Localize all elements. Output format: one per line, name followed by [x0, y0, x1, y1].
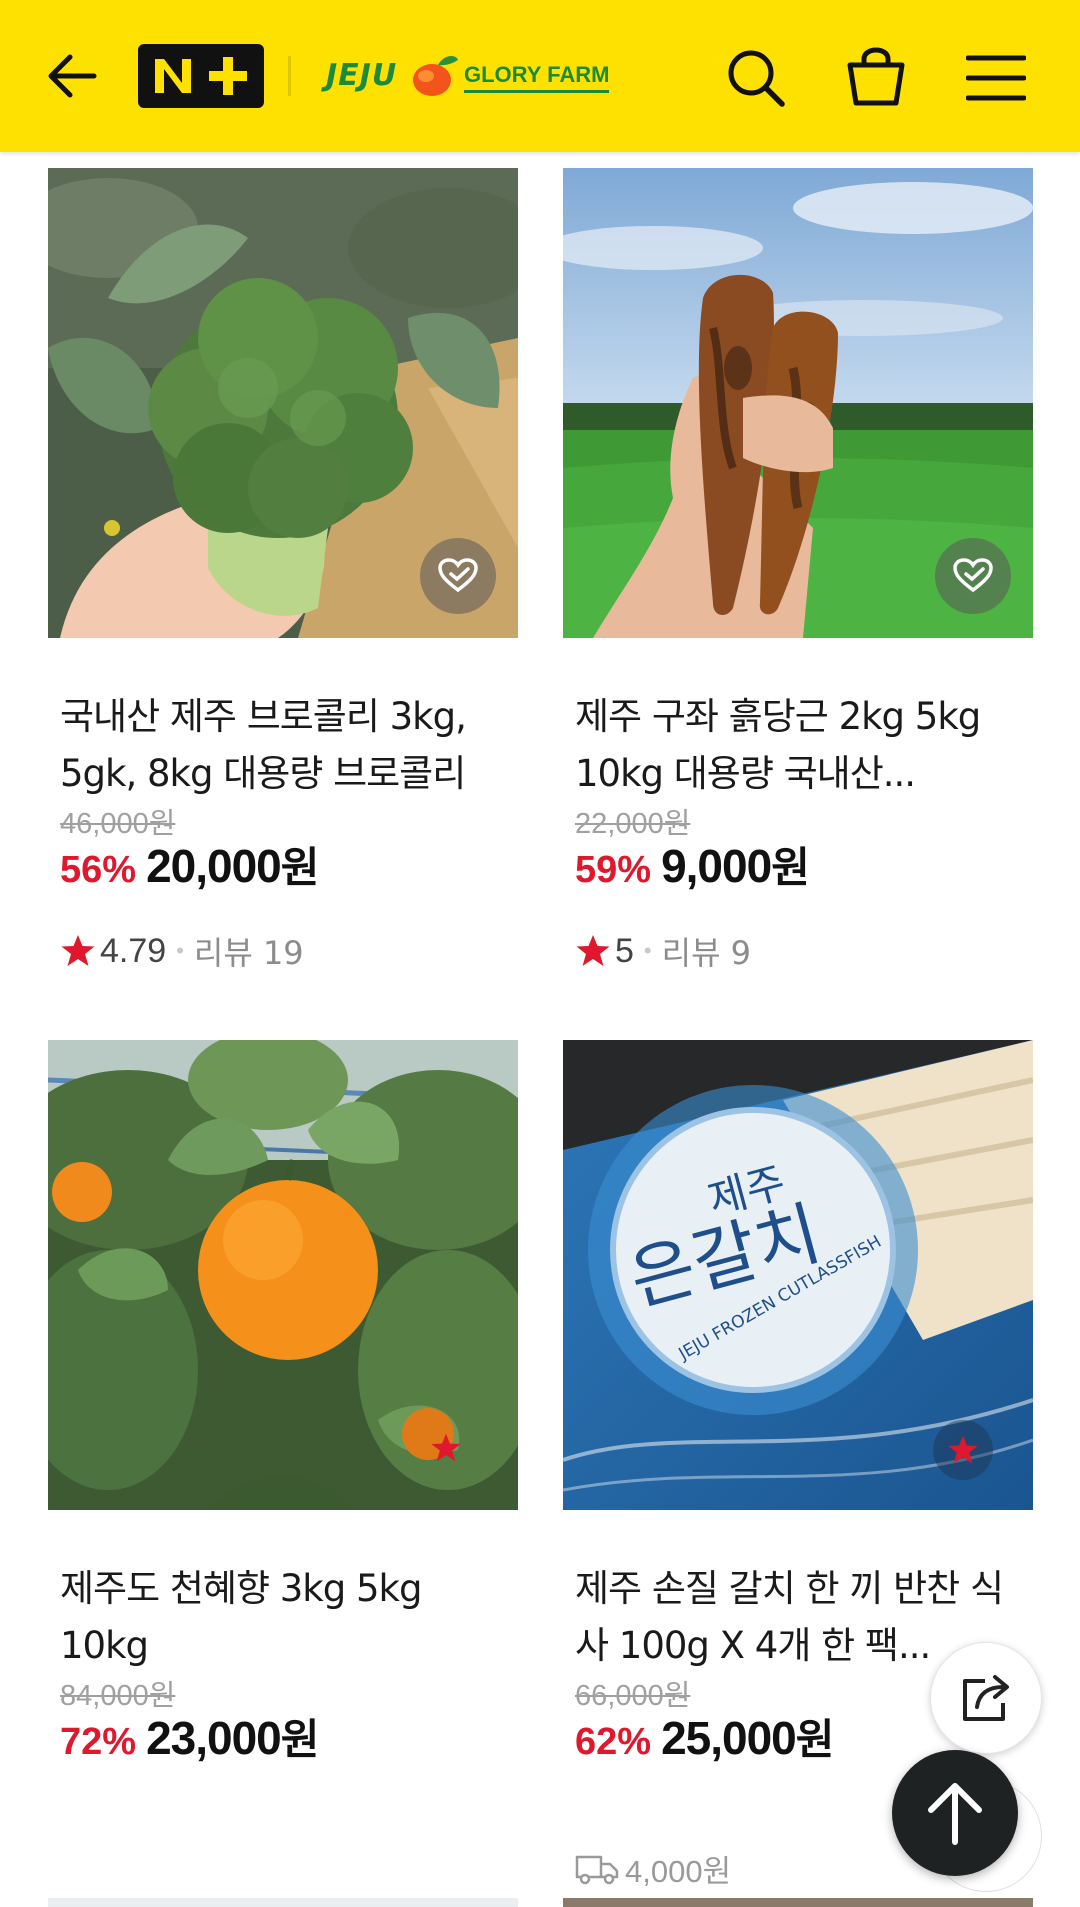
- search-icon: [728, 50, 785, 107]
- review-count: 리뷰 9: [661, 934, 752, 972]
- menu-button[interactable]: [958, 40, 1034, 116]
- wishlist-button[interactable]: [933, 1420, 993, 1480]
- wishlist-button[interactable]: [424, 1426, 468, 1470]
- shop-logo[interactable]: JEJU GLORY FARM: [326, 48, 616, 104]
- shop-logo-glory-farm: GLORY FARM: [464, 62, 610, 93]
- next-product-peek: [563, 1898, 1033, 1907]
- discount-rate: 56%: [60, 849, 137, 891]
- wishlist-button[interactable]: [935, 538, 1011, 614]
- review-count: 리뷰 19: [193, 934, 304, 972]
- heart-check-icon: [953, 558, 993, 593]
- price-row: 72% 23,000 원: [60, 1706, 319, 1767]
- star-icon: [576, 935, 610, 966]
- shopping-bag-icon: [847, 47, 905, 106]
- next-product-peek: [48, 1898, 518, 1907]
- header-divider: [288, 56, 291, 96]
- product-image-orange[interactable]: [48, 1040, 518, 1510]
- currency-unit: 원: [280, 843, 320, 892]
- currency-unit: 원: [795, 1715, 835, 1764]
- rating-value: 5: [615, 931, 634, 970]
- sale-price: 25,000: [661, 1712, 797, 1764]
- sale-price: 23,000: [146, 1712, 282, 1764]
- delivery-truck-icon: [575, 1855, 619, 1884]
- discount-rate: 62%: [575, 1721, 652, 1763]
- naver-plus-logo[interactable]: [138, 44, 264, 108]
- shipping-fee: 4,000원: [625, 1854, 732, 1889]
- product-card[interactable]: 제주 구좌 흙당근 2kg 5kg 10kg 대용량 국내산... 22,000…: [563, 168, 1033, 1008]
- arrow-up-icon: [928, 1783, 982, 1845]
- product-card[interactable]: 제주도 천혜향 3kg 5kg 10kg 84,000원 72% 23,000 …: [48, 1040, 518, 1880]
- product-title[interactable]: 제주도 천혜향 3kg 5kg 10kg: [60, 1560, 510, 1674]
- star-icon: [948, 1435, 978, 1464]
- shop-logo-jeju: JEJU: [326, 58, 398, 93]
- app-header: JEJU GLORY FARM: [0, 0, 1080, 152]
- product-image-broccoli[interactable]: [48, 168, 518, 638]
- share-icon: [963, 1675, 1009, 1721]
- rating-row: 4.79 • 리뷰 19: [60, 928, 304, 974]
- discount-rate: 59%: [575, 849, 652, 891]
- rating-value: 4.79: [100, 931, 167, 970]
- share-button[interactable]: [930, 1642, 1042, 1754]
- menu-icon: [966, 55, 1026, 101]
- scroll-to-top-button[interactable]: [892, 1750, 1018, 1876]
- currency-unit: 원: [280, 1715, 320, 1764]
- cart-button[interactable]: [838, 38, 914, 114]
- search-button[interactable]: [718, 40, 794, 116]
- arrow-left-icon: [48, 54, 97, 98]
- product-image-cutlassfish[interactable]: 제주 은갈치 JEJU FROZEN CUTLASSFISH: [563, 1040, 1033, 1510]
- mango-icon: [413, 55, 458, 96]
- discount-rate: 72%: [60, 1721, 137, 1763]
- product-image-carrot[interactable]: [563, 168, 1033, 638]
- currency-unit: 원: [771, 843, 810, 892]
- separator-dot: •: [643, 938, 652, 963]
- product-title[interactable]: 제주 구좌 흙당근 2kg 5kg 10kg 대용량 국내산...: [575, 688, 1025, 802]
- price-row: 62% 25,000 원: [575, 1706, 834, 1767]
- heart-check-icon: [438, 558, 478, 593]
- rating-row: 5 • 리뷰 9: [575, 928, 751, 974]
- wishlist-button[interactable]: [420, 538, 496, 614]
- back-button[interactable]: [36, 40, 108, 112]
- product-card[interactable]: 국내산 제주 브로콜리 3kg, 5gk, 8kg 대용량 브로콜리 46,00…: [48, 168, 518, 1008]
- sale-price: 9,000: [661, 840, 772, 892]
- price-row: 56% 20,000 원: [60, 834, 319, 895]
- price-row: 59% 9,000 원: [575, 834, 810, 895]
- separator-dot: •: [176, 938, 184, 963]
- star-icon: [61, 935, 95, 966]
- product-title[interactable]: 국내산 제주 브로콜리 3kg, 5gk, 8kg 대용량 브로콜리: [60, 688, 510, 802]
- shipping-row: 4,000원: [575, 1846, 731, 1891]
- sale-price: 20,000: [146, 840, 282, 892]
- star-icon: [431, 1433, 461, 1462]
